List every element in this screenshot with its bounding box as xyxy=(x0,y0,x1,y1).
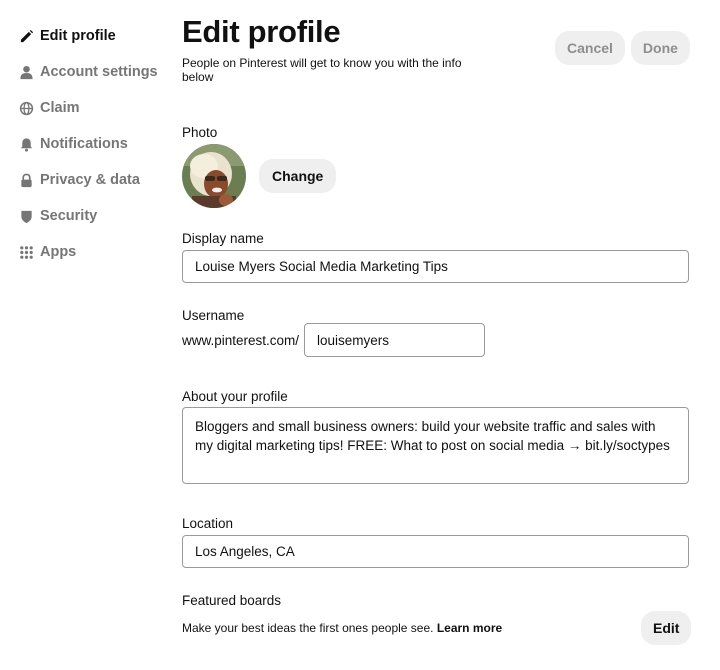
grid-icon xyxy=(18,244,34,260)
about-textarea[interactable]: Bloggers and small business owners: buil… xyxy=(182,407,689,484)
username-url-prefix: www.pinterest.com/ xyxy=(182,333,300,348)
featured-boards-description: Make your best ideas the first ones peop… xyxy=(182,621,502,635)
featured-boards-text: Make your best ideas the first ones peop… xyxy=(182,621,434,635)
bell-icon xyxy=(18,136,34,152)
sidebar-item-notifications[interactable]: Notifications xyxy=(18,126,178,162)
edit-featured-boards-button[interactable]: Edit xyxy=(641,611,692,645)
location-field[interactable] xyxy=(182,535,689,568)
top-actions: Cancel Done xyxy=(555,31,690,65)
sidebar-item-label: Edit profile xyxy=(40,28,116,44)
sidebar-item-label: Account settings xyxy=(40,64,158,80)
sidebar-item-edit-profile[interactable]: Edit profile xyxy=(18,18,178,54)
featured-boards-label: Featured boards xyxy=(182,593,282,608)
person-icon xyxy=(18,64,34,80)
done-button[interactable]: Done xyxy=(630,31,690,65)
cancel-button[interactable]: Cancel xyxy=(555,31,625,65)
pencil-icon xyxy=(18,28,34,44)
page-title: Edit profile xyxy=(182,14,341,49)
shield-icon xyxy=(18,208,34,224)
photo-label: Photo xyxy=(182,125,218,140)
username-field[interactable] xyxy=(304,323,485,357)
location-label: Location xyxy=(182,516,234,531)
page-subtitle: People on Pinterest will get to know you… xyxy=(182,56,462,84)
username-label: Username xyxy=(182,308,245,323)
settings-sidebar: Edit profile Account settings Claim Noti… xyxy=(18,18,178,270)
sidebar-item-claim[interactable]: Claim xyxy=(18,90,178,126)
about-label: About your profile xyxy=(182,389,288,404)
globe-icon xyxy=(18,100,34,116)
display-name-field[interactable] xyxy=(182,250,689,283)
sidebar-item-privacy-data[interactable]: Privacy & data xyxy=(18,162,178,198)
learn-more-link[interactable]: Learn more xyxy=(437,621,502,635)
sidebar-item-security[interactable]: Security xyxy=(18,198,178,234)
change-photo-button[interactable]: Change xyxy=(259,159,337,193)
lock-icon xyxy=(18,172,34,188)
display-name-label: Display name xyxy=(182,231,264,246)
sidebar-item-label: Privacy & data xyxy=(40,172,140,188)
sidebar-item-label: Apps xyxy=(40,244,77,260)
sidebar-item-account-settings[interactable]: Account settings xyxy=(18,54,178,90)
sidebar-item-label: Claim xyxy=(40,100,80,116)
sidebar-item-apps[interactable]: Apps xyxy=(18,234,178,270)
sidebar-item-label: Security xyxy=(40,208,98,224)
avatar xyxy=(182,144,246,208)
sidebar-item-label: Notifications xyxy=(40,136,128,152)
